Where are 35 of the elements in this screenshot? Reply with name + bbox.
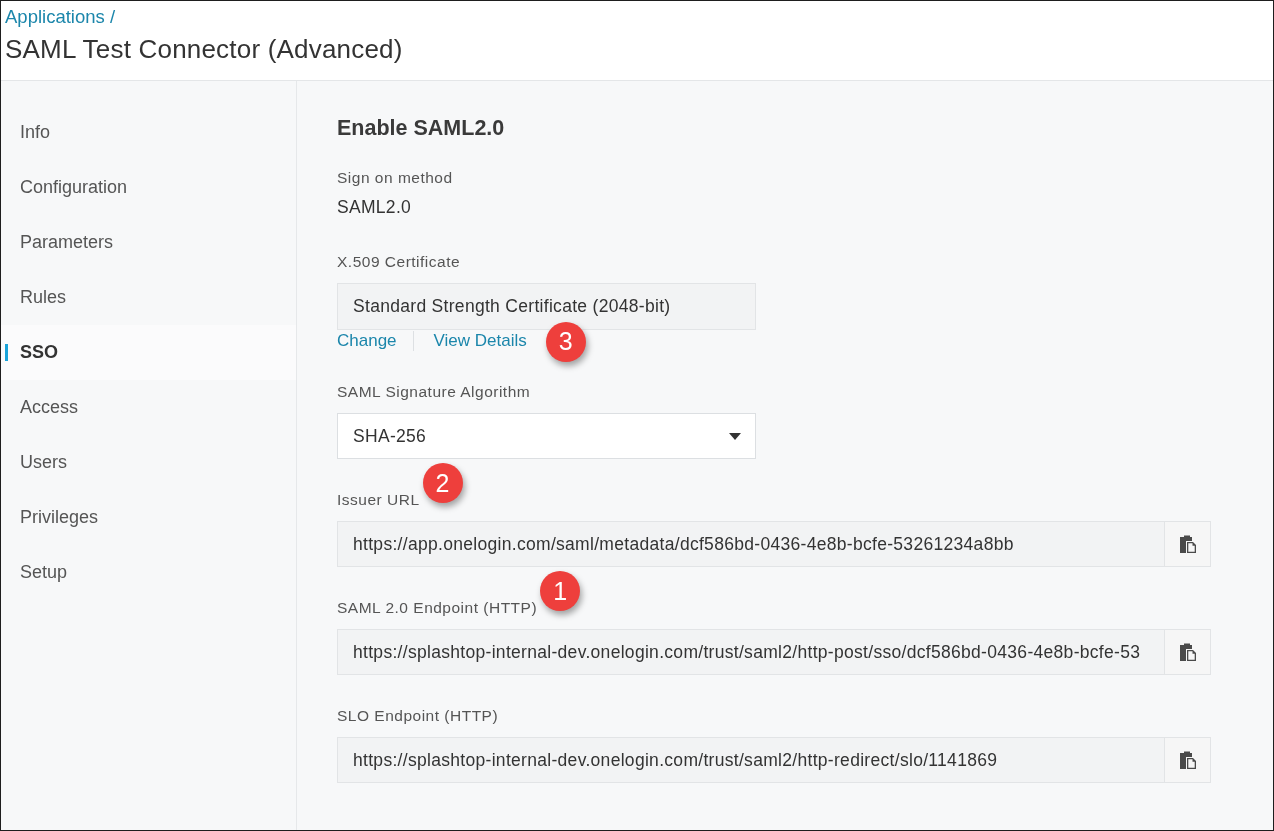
- field-value: SAML2.0: [337, 197, 412, 217]
- field-label: SLO Endpoint (HTTP): [337, 706, 499, 726]
- copy-button[interactable]: [1164, 629, 1211, 675]
- sidebar-item[interactable]: Info: [1, 105, 296, 160]
- sidebar-item[interactable]: Access: [1, 380, 296, 435]
- field-label: SAML Signature Algorithm: [337, 382, 531, 402]
- copy-button[interactable]: [1164, 521, 1211, 567]
- clipboard-icon: [1178, 642, 1197, 662]
- field-label: Issuer URL: [337, 490, 420, 510]
- field-label: X.509 Certificate: [337, 252, 461, 272]
- url-field[interactable]: https://app.onelogin.com/saml/metadata/dcf586bd-0436-4e8b-bcfe-53261234a8bb: [337, 521, 1164, 567]
- url-field[interactable]: https://splashtop-internal-dev.onelogin.com/trust/saml2/http-redirect/slo/1141869: [337, 737, 1164, 783]
- algorithm-dropdown[interactable]: SHA-256: [337, 413, 756, 459]
- sidebar-item[interactable]: Privileges: [1, 490, 296, 545]
- breadcrumb-link[interactable]: Applications /: [5, 6, 116, 28]
- sidebar-item[interactable]: Users: [1, 435, 296, 490]
- sidebar-item[interactable]: Configuration: [1, 160, 296, 215]
- sidebar-item[interactable]: Setup: [1, 545, 296, 600]
- sidebar-item[interactable]: SSO: [1, 325, 296, 380]
- text-link[interactable]: Change: [337, 330, 397, 351]
- certificate-field: Standard Strength Certificate (2048-bit): [337, 283, 756, 330]
- sidebar-item[interactable]: Rules: [1, 270, 296, 325]
- clipboard-icon: [1178, 750, 1197, 770]
- field-label: Sign on method: [337, 168, 453, 188]
- section-title: Enable SAML2.0: [337, 116, 505, 140]
- text-link[interactable]: View Details: [433, 330, 527, 351]
- caret-icon: [729, 432, 741, 440]
- page-title: SAML Test Connector (Advanced): [5, 33, 403, 65]
- sidebar-item[interactable]: Parameters: [1, 215, 296, 270]
- url-field[interactable]: https://splashtop-internal-dev.onelogin.com/trust/saml2/http-post/sso/dcf586bd-0436-4e8b-bcfe-53: [337, 629, 1164, 675]
- clipboard-icon: [1178, 534, 1197, 554]
- callout-badge: 2: [422, 463, 463, 503]
- field-label: SAML 2.0 Endpoint (HTTP): [337, 598, 538, 618]
- callout-badge: 1: [540, 571, 581, 611]
- copy-button[interactable]: [1164, 737, 1211, 783]
